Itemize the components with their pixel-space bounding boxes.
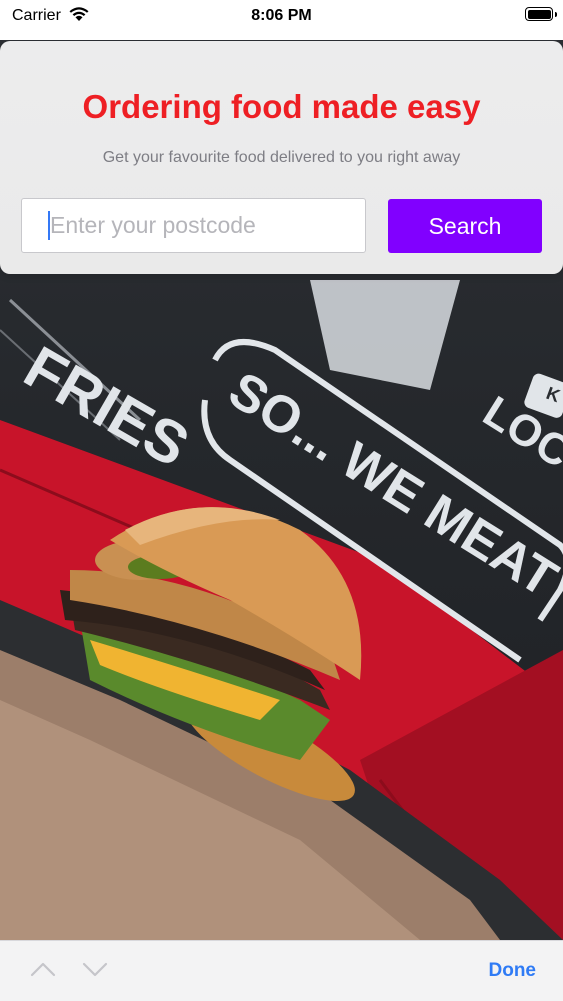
status-time: 8:06 PM [251, 7, 312, 24]
chevron-down-icon[interactable] [82, 961, 108, 982]
battery-icon [525, 7, 557, 21]
postcode-input[interactable] [21, 198, 366, 253]
search-button[interactable]: Search [388, 199, 542, 253]
status-bar: Carrier 8:06 PM [0, 0, 563, 40]
keyboard-accessory-toolbar: Done [0, 940, 563, 1001]
chevron-up-icon[interactable] [30, 961, 56, 982]
text-caret [48, 211, 50, 240]
hero-title: Ordering food made easy [82, 88, 481, 125]
done-button[interactable]: Done [489, 960, 537, 982]
search-card: Ordering food made easy Get your favouri… [0, 41, 563, 274]
hero-subtitle: Get your favourite food delivered to you… [102, 149, 461, 166]
